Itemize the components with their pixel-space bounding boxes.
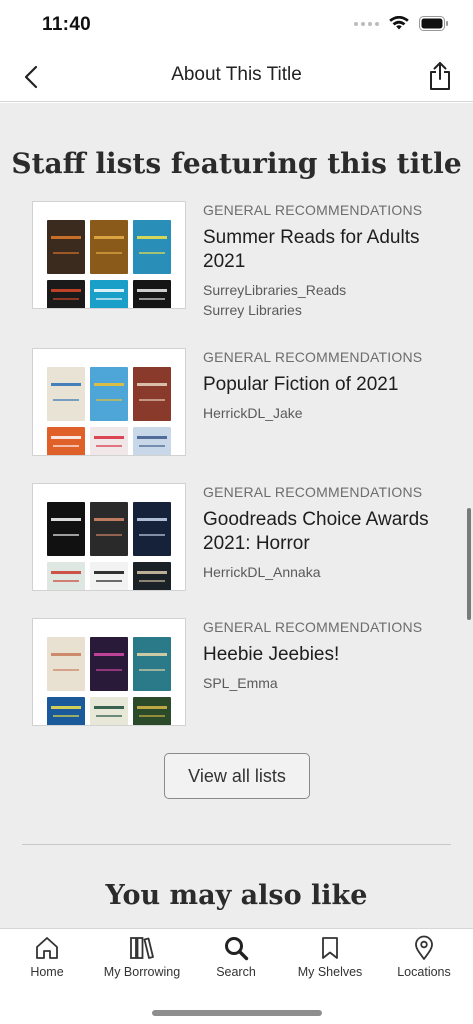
search-icon xyxy=(225,937,249,961)
book-cover xyxy=(47,280,85,308)
scrollbar[interactable] xyxy=(467,508,471,620)
bookmark-icon xyxy=(322,937,338,959)
cellular-signal-icon xyxy=(354,21,379,26)
page-title: About This Title xyxy=(171,64,302,85)
book-cover xyxy=(47,697,85,725)
section-title: Staff lists featuring this title xyxy=(11,147,462,180)
section-divider xyxy=(22,844,451,845)
bottom-tab-bar: Home My Borrowing Search My Shelves Loca… xyxy=(0,928,473,1024)
list-title: Heebie Jeebies! xyxy=(203,644,340,665)
list-cover-collage xyxy=(32,483,186,591)
status-time: 11:40 xyxy=(42,14,92,35)
list-category: GENERAL RECOMMENDATIONS xyxy=(203,619,423,635)
tab-search[interactable]: Search xyxy=(189,933,283,989)
book-cover xyxy=(133,502,171,556)
share-button[interactable] xyxy=(425,60,455,92)
list-category: GENERAL RECOMMENDATIONS xyxy=(203,202,423,218)
book-cover xyxy=(90,280,128,308)
book-cover xyxy=(133,697,171,725)
tab-label: My Shelves xyxy=(297,965,363,979)
book-cover xyxy=(47,637,85,691)
book-cover xyxy=(133,280,171,308)
home-indicator[interactable] xyxy=(152,1010,322,1016)
book-cover xyxy=(90,697,128,725)
list-title: Goodreads Choice Awards 2021: Horror xyxy=(203,509,429,554)
wifi-icon xyxy=(389,16,409,30)
book-cover xyxy=(47,562,85,590)
may-also-like-title: You may also like xyxy=(105,880,368,911)
tab-label: Home xyxy=(30,965,64,979)
status-icons xyxy=(354,16,449,31)
list-author: HerrickDL_Annaka xyxy=(203,564,321,580)
book-cover xyxy=(47,427,85,455)
book-cover xyxy=(133,220,171,274)
book-cover xyxy=(47,367,85,421)
list-category: GENERAL RECOMMENDATIONS xyxy=(203,349,423,365)
share-icon xyxy=(430,62,450,90)
book-cover xyxy=(90,220,128,274)
tab-home[interactable]: Home xyxy=(0,933,94,989)
staff-list-item[interactable]: GENERAL RECOMMENDATIONS Summer Reads for… xyxy=(32,201,442,318)
book-cover xyxy=(133,367,171,421)
list-author: SurreyLibraries_Reads xyxy=(203,282,347,298)
book-cover xyxy=(90,502,128,556)
status-bar: 11:40 xyxy=(0,0,473,50)
list-cover-collage xyxy=(32,618,186,726)
list-cover-collage xyxy=(32,201,186,309)
list-title: Summer Reads for Adults 2021 xyxy=(203,227,420,272)
book-cover xyxy=(47,220,85,274)
staff-list-item[interactable]: GENERAL RECOMMENDATIONS Goodreads Choice… xyxy=(32,483,442,591)
staff-list-item[interactable]: GENERAL RECOMMENDATIONS Heebie Jeebies! … xyxy=(32,618,442,726)
book-cover xyxy=(47,502,85,556)
book-cover xyxy=(133,637,171,691)
tab-my-borrowing[interactable]: My Borrowing xyxy=(95,933,189,989)
staff-list-item[interactable]: GENERAL RECOMMENDATIONS Popular Fiction … xyxy=(32,348,442,456)
book-cover xyxy=(90,367,128,421)
main-content[interactable]: Staff lists featuring this title GENERAL… xyxy=(0,103,473,928)
list-library: Surrey Libraries xyxy=(203,302,302,318)
list-author: HerrickDL_Jake xyxy=(203,405,303,421)
tab-label: My Borrowing xyxy=(103,965,181,979)
tab-label: Search xyxy=(216,965,256,979)
book-cover xyxy=(133,562,171,590)
tab-my-shelves[interactable]: My Shelves xyxy=(283,933,377,989)
list-category: GENERAL RECOMMENDATIONS xyxy=(203,484,423,500)
tab-label: Locations xyxy=(397,965,451,979)
location-pin-icon xyxy=(415,935,433,960)
list-author: SPL_Emma xyxy=(203,675,278,691)
battery-icon xyxy=(419,16,448,31)
book-cover xyxy=(90,637,128,691)
home-icon xyxy=(36,937,58,959)
top-navigation-bar: About This Title xyxy=(0,50,473,102)
books-icon xyxy=(130,937,154,959)
list-cover-collage xyxy=(32,348,186,456)
list-title: Popular Fiction of 2021 xyxy=(203,374,399,395)
view-all-lists-button[interactable]: View all lists xyxy=(164,753,310,799)
tab-locations[interactable]: Locations xyxy=(377,933,471,989)
book-cover xyxy=(90,427,128,455)
book-cover xyxy=(90,562,128,590)
book-cover xyxy=(133,427,171,455)
